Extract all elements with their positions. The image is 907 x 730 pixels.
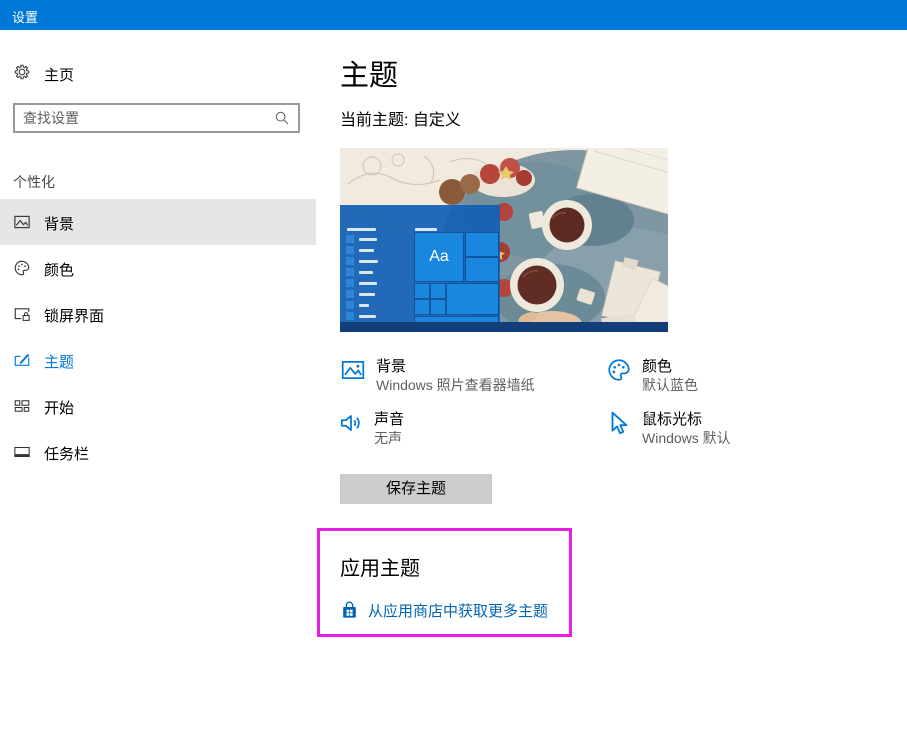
sidebar-item-themes[interactable]: 主题 bbox=[0, 337, 316, 383]
get-more-themes-link[interactable]: 从应用商店中获取更多主题 bbox=[340, 599, 548, 621]
attr-label: 颜色 bbox=[642, 355, 672, 376]
titlebar: 设置 bbox=[0, 0, 907, 30]
sidebar-item-start[interactable]: 开始 bbox=[0, 383, 316, 429]
attr-sound: 声音 无声 bbox=[338, 408, 608, 452]
palette-icon bbox=[606, 357, 632, 383]
attr-label: 鼠标光标 bbox=[642, 408, 702, 429]
search-input[interactable] bbox=[23, 105, 271, 131]
sidebar-item-lockscreen[interactable]: 锁屏界面 bbox=[0, 291, 316, 337]
save-theme-button[interactable]: 保存主题 bbox=[340, 474, 492, 504]
preview-taskbar bbox=[340, 322, 668, 332]
attr-cursor: 鼠标光标 Windows 默认 bbox=[606, 408, 876, 452]
sidebar: 主页 个性化 背景 颜色 bbox=[0, 30, 316, 730]
sidebar-item-label: 背景 bbox=[44, 213, 74, 234]
settings-window: 设置 主页 个性化 背景 bbox=[0, 0, 907, 730]
image-icon bbox=[13, 213, 31, 231]
sidebar-section-label: 个性化 bbox=[13, 172, 55, 192]
store-link-label: 从应用商店中获取更多主题 bbox=[368, 600, 548, 621]
theme-icon bbox=[13, 351, 31, 369]
current-theme-label: 当前主题: 自定义 bbox=[340, 106, 461, 130]
cursor-icon bbox=[606, 410, 632, 436]
sidebar-item-label: 任务栏 bbox=[44, 443, 89, 464]
image-icon bbox=[340, 357, 366, 383]
aa-tile-label: Aa bbox=[429, 248, 449, 266]
sidebar-item-label: 锁屏界面 bbox=[44, 305, 104, 326]
sidebar-home[interactable]: 主页 bbox=[0, 56, 316, 90]
sidebar-item-background[interactable]: 背景 bbox=[0, 199, 316, 245]
gear-icon bbox=[13, 63, 31, 81]
search-box bbox=[13, 103, 300, 133]
preview-aa-tile: Aa bbox=[415, 233, 463, 281]
page-title: 主题 bbox=[340, 52, 398, 94]
sidebar-item-taskbar[interactable]: 任务栏 bbox=[0, 429, 316, 475]
attr-background: 背景 Windows 照片查看器墙纸 bbox=[340, 355, 610, 399]
attr-label: 声音 bbox=[374, 408, 404, 429]
attr-value: 默认蓝色 bbox=[642, 375, 698, 395]
sidebar-item-label: 开始 bbox=[44, 397, 74, 418]
window-title: 设置 bbox=[12, 7, 38, 26]
attr-value: Windows 照片查看器墙纸 bbox=[376, 375, 535, 395]
sidebar-item-label: 主题 bbox=[44, 351, 74, 372]
attr-value: 无声 bbox=[374, 428, 402, 448]
sidebar-home-label: 主页 bbox=[44, 64, 74, 85]
search-icon[interactable] bbox=[274, 110, 290, 126]
main-content: 主题 当前主题: 自定义 bbox=[316, 30, 907, 730]
store-icon bbox=[340, 601, 359, 620]
start-icon bbox=[13, 397, 31, 415]
palette-icon bbox=[13, 259, 31, 277]
preview-start-menu: Aa bbox=[340, 205, 500, 322]
lockscreen-icon bbox=[13, 305, 31, 323]
attr-color: 颜色 默认蓝色 bbox=[606, 355, 876, 399]
theme-preview-image: Aa bbox=[340, 148, 668, 332]
sidebar-item-colors[interactable]: 颜色 bbox=[0, 245, 316, 291]
sound-icon bbox=[338, 410, 364, 436]
sidebar-item-label: 颜色 bbox=[44, 259, 74, 280]
apply-theme-heading: 应用主题 bbox=[340, 552, 420, 581]
sidebar-nav: 背景 颜色 锁屏界面 主题 bbox=[0, 199, 316, 475]
attr-label: 背景 bbox=[376, 355, 406, 376]
attr-value: Windows 默认 bbox=[642, 428, 731, 448]
taskbar-icon bbox=[13, 443, 31, 461]
